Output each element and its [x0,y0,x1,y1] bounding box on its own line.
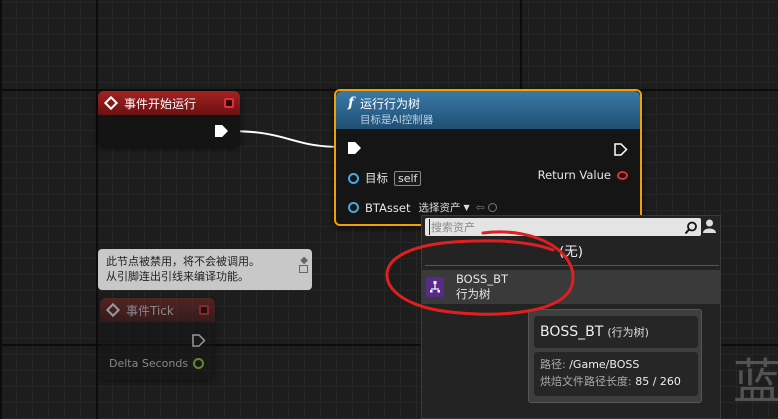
run-behavior-tree-node[interactable]: f 运行行为树 目标是AI控制器 目标 self Return Value BT… [334,89,642,226]
run-behavior-tree-title: 运行行为树 [360,97,421,111]
event-diamond-icon [103,95,119,111]
browse-search-icon[interactable] [487,203,497,212]
begin-play-exec-out-pin[interactable] [215,125,228,137]
bt-exec-out-pin[interactable] [614,141,628,156]
asset-search-input[interactable]: 搜索资产 [429,219,684,235]
delegate-pin-icon[interactable] [224,98,234,108]
target-self-value[interactable]: self [394,170,422,186]
btasset-pin[interactable] [348,202,359,213]
function-icon: f [348,95,355,111]
bake-path-value: 85 / 260 [635,375,681,388]
select-asset-label: 选择资产 [418,202,461,214]
disabled-node-tooltip: 此节点被禁用，将不会被调用。 从引脚连出引线来编译功能。 ◆ [98,249,312,290]
comment-toggle-icon[interactable] [299,265,308,273]
asset-item-type: 行为树 [456,287,491,301]
asset-list-divider [425,265,719,266]
event-tick-diamond-icon [105,302,121,318]
run-behavior-tree-header[interactable]: f 运行行为树 目标是AI控制器 [336,91,640,129]
use-selected-arrow-icon[interactable]: ⇦ [476,201,485,214]
event-tick-header[interactable]: 事件Tick [100,298,215,322]
target-pin[interactable] [348,172,359,184]
asset-filter-icon[interactable] [702,218,717,234]
delta-seconds-label: Delta Seconds [109,357,189,370]
tick-exec-out-icon [192,334,206,347]
asset-info-title-type: (行为树) [607,326,649,339]
asset-item-name: BOSS_BT [456,272,509,286]
disabled-tooltip-line2: 从引脚连出引线来编译功能。 [106,270,249,283]
asset-list-item[interactable]: BOSS_BT 行为树 [422,270,720,304]
return-value-label: Return Value [537,168,611,182]
chevron-down-icon: ▼ [463,203,470,212]
search-icon [684,220,698,235]
btasset-label: BTAsset [365,200,411,215]
asset-search-box[interactable]: 搜索资产 [425,218,701,236]
event-tick-title: 事件Tick [126,303,174,318]
tick-delegate-pin-icon[interactable] [199,305,209,315]
tick-exec-out-pin[interactable] [192,332,206,351]
asset-info-title: BOSS_BT [540,324,604,340]
event-begin-play-header[interactable]: 事件开始运行 [98,91,240,115]
asset-info-tooltip: BOSS_BT (行为树) 路径: /Game/BOSS 烘焙文件路径长度: 8… [528,309,702,403]
asset-info-header: BOSS_BT (行为树) [534,316,698,348]
select-asset-combo[interactable]: 选择资产 ▼ [418,200,469,215]
behavior-tree-asset-icon [426,277,444,297]
bake-path-label: 烘焙文件路径长度: [540,375,632,388]
asset-info-body: 路径: /Game/BOSS 烘焙文件路径长度: 85 / 260 [534,352,698,396]
disabled-tooltip-line1: 此节点被禁用，将不会被调用。 [106,255,260,268]
none-option[interactable]: (无) [422,240,720,260]
asset-path-value: /Game/BOSS [569,358,640,371]
asset-path-label: 路径: [540,358,566,371]
exec-out-hollow-icon [614,143,628,156]
event-begin-play-title: 事件开始运行 [124,96,197,111]
run-behavior-tree-subtitle: 目标是AI控制器 [360,114,434,126]
bt-exec-in-pin[interactable] [348,142,361,154]
return-value-pin[interactable] [617,170,628,180]
event-begin-play-node[interactable]: 事件开始运行 [98,91,240,146]
target-label: 目标 [365,171,388,185]
event-tick-node[interactable]: 事件Tick Delta Seconds [100,298,215,380]
watermark-text: 蓝 [733,354,778,410]
delta-seconds-pin[interactable] [193,358,205,369]
